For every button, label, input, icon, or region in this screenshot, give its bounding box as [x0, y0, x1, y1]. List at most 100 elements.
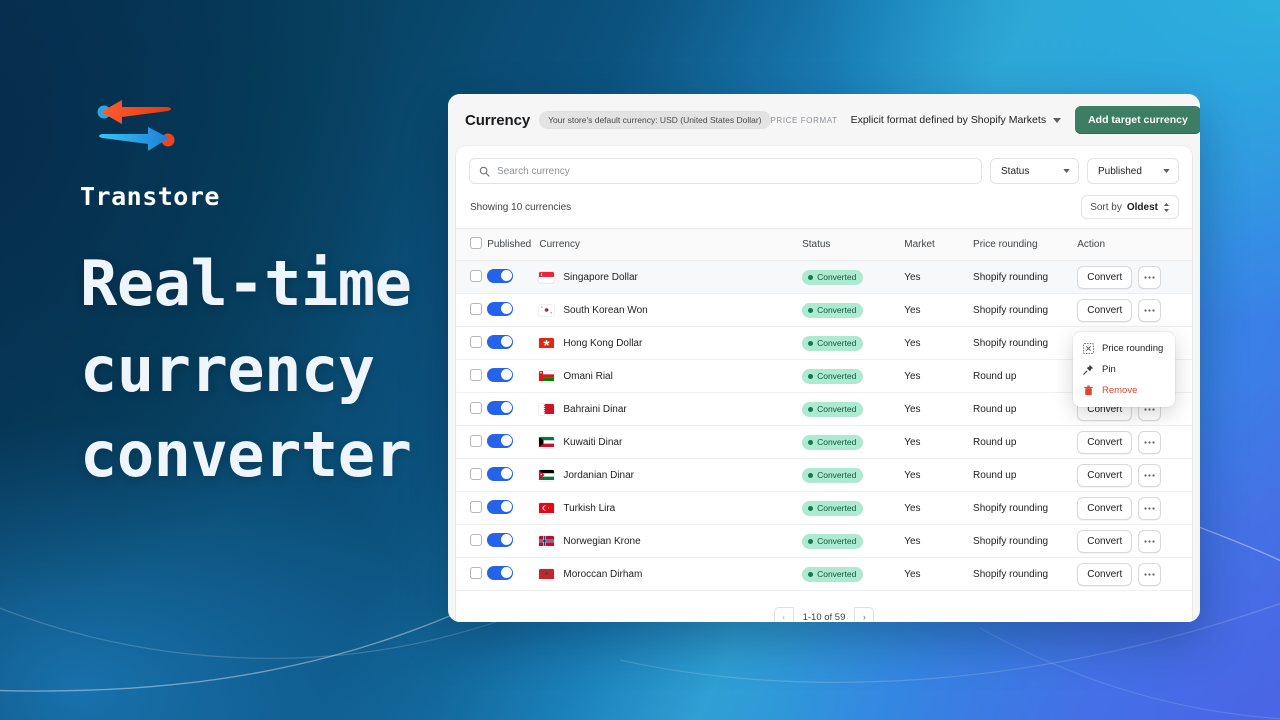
row-market-cell: Yes	[904, 326, 974, 360]
convert-button[interactable]: Convert	[1077, 562, 1133, 586]
published-filter-select[interactable]: Published	[1087, 158, 1179, 184]
row-status-cell: Converted	[802, 293, 905, 327]
row-checkbox[interactable]	[470, 335, 482, 348]
row-published-cell	[487, 260, 540, 294]
row-select-cell	[456, 392, 488, 426]
flag-icon-kr	[539, 304, 555, 316]
row-checkbox[interactable]	[470, 467, 482, 480]
row-more-actions-button[interactable]	[1138, 298, 1162, 322]
menu-item-pin[interactable]: Pin	[1073, 359, 1175, 380]
add-target-currency-button[interactable]: Add target currency	[1075, 106, 1200, 134]
row-published-cell	[487, 458, 540, 492]
table-row[interactable]: Singapore Dollar Converted Yes Shopify roun…	[456, 260, 1192, 294]
table-row[interactable]: South Korean Won Converted Yes Shopify roun…	[456, 293, 1192, 327]
published-toggle[interactable]	[487, 334, 514, 349]
row-status-cell: Converted	[802, 524, 905, 558]
row-more-actions-button[interactable]	[1138, 496, 1162, 520]
row-status-cell: Converted	[802, 392, 905, 426]
published-toggle[interactable]	[487, 400, 514, 415]
row-more-actions-button[interactable]	[1138, 265, 1162, 289]
table-header-row: Published Currency Status Market Price r…	[456, 228, 1192, 261]
row-status-cell: Converted	[802, 458, 905, 492]
row-checkbox[interactable]	[470, 500, 482, 513]
status-filter-select[interactable]: Status	[990, 158, 1079, 184]
status-badge: Converted	[802, 335, 864, 351]
status-badge: Converted	[802, 467, 864, 483]
status-dot-icon	[808, 571, 814, 577]
transtore-logo-icon	[94, 96, 180, 176]
currency-name: Moroccan Dirham	[563, 568, 643, 580]
published-toggle[interactable]	[487, 565, 514, 580]
headline-line-3: converter	[80, 418, 412, 492]
row-more-actions-button[interactable]	[1138, 463, 1162, 487]
published-toggle[interactable]	[487, 466, 514, 481]
row-checkbox[interactable]	[470, 401, 482, 414]
convert-button[interactable]: Convert	[1077, 265, 1133, 289]
row-rounding-cell: Shopify rounding	[973, 557, 1078, 591]
row-checkbox[interactable]	[470, 368, 482, 381]
row-more-actions-button[interactable]	[1138, 562, 1162, 586]
row-status-cell: Converted	[802, 557, 905, 591]
convert-button[interactable]: Convert	[1077, 298, 1133, 322]
flag-icon-kw	[539, 436, 555, 448]
price-format-select[interactable]: Explicit format defined by Shopify Marke…	[851, 114, 1062, 126]
convert-button[interactable]: Convert	[1077, 496, 1133, 520]
row-rounding-cell: Shopify rounding	[973, 293, 1078, 327]
status-label: Converted	[817, 305, 857, 315]
row-more-actions-button[interactable]	[1138, 529, 1162, 553]
row-more-actions-button[interactable]	[1138, 430, 1162, 454]
row-rounding-cell: Round up	[973, 458, 1078, 492]
table-row[interactable]: Moroccan Dirham Converted Yes Shopify round…	[456, 557, 1192, 591]
table-row[interactable]: Turkish Lira Converted Yes Shopify rounding…	[456, 491, 1192, 525]
row-checkbox[interactable]	[470, 533, 482, 546]
row-checkbox[interactable]	[470, 566, 482, 579]
flag-icon-jo	[539, 469, 555, 481]
search-input[interactable]: Search currency	[469, 158, 982, 184]
table-row[interactable]: Jordanian Dinar Converted Yes Round up Conve…	[456, 458, 1192, 492]
showing-count: Showing 10 currencies	[470, 201, 572, 213]
row-status-cell: Converted	[802, 326, 905, 360]
currency-name: Jordanian Dinar	[563, 469, 634, 481]
flag-icon-no	[539, 535, 555, 547]
select-all-checkbox[interactable]	[470, 237, 482, 249]
table-row[interactable]: Norwegian Krone Converted Yes Shopify round…	[456, 524, 1192, 558]
convert-button[interactable]: Convert	[1077, 529, 1133, 553]
brand-name: Transtore	[80, 182, 220, 211]
menu-item-remove[interactable]: Remove	[1073, 380, 1175, 401]
table-row[interactable]: Kuwaiti Dinar Converted Yes Round up Convert	[456, 425, 1192, 459]
published-toggle[interactable]	[487, 499, 514, 514]
col-status: Status	[802, 228, 905, 261]
row-published-cell	[487, 326, 540, 360]
row-action-context-menu: Price rounding Pin Remove	[1073, 332, 1175, 407]
sort-by-control[interactable]: Sort by Oldest	[1081, 195, 1179, 219]
row-currency-cell: Moroccan Dirham	[539, 557, 803, 591]
row-checkbox[interactable]	[470, 434, 482, 447]
row-checkbox[interactable]	[470, 302, 482, 315]
convert-button[interactable]: Convert	[1077, 430, 1133, 454]
row-rounding-cell: Shopify rounding	[973, 491, 1078, 525]
row-select-cell	[456, 425, 488, 459]
pagination-prev-button[interactable]: ‹	[773, 607, 794, 622]
published-toggle[interactable]	[487, 301, 514, 316]
published-toggle[interactable]	[487, 532, 514, 547]
published-toggle[interactable]	[487, 433, 514, 448]
status-label: Converted	[817, 569, 857, 579]
published-toggle[interactable]	[487, 268, 514, 283]
convert-button[interactable]: Convert	[1077, 463, 1133, 487]
published-toggle[interactable]	[487, 367, 514, 382]
row-published-cell	[487, 392, 540, 426]
col-market: Market	[904, 228, 974, 261]
row-rounding-cell: Round up	[973, 425, 1078, 459]
pagination-next-button[interactable]: ›	[854, 607, 875, 622]
promo-panel: Transtore Real-time currency converter	[80, 96, 430, 498]
row-checkbox[interactable]	[470, 269, 482, 282]
headline-line-1: Real-time	[80, 247, 412, 320]
row-market-cell: Yes	[904, 359, 974, 393]
status-label: Converted	[817, 503, 857, 513]
currency-name: Norwegian Krone	[563, 535, 641, 547]
status-badge: Converted	[802, 401, 864, 417]
status-dot-icon	[808, 472, 814, 478]
default-currency-pill: Your store's default currency: USD (Unit…	[539, 111, 771, 129]
menu-item-price-rounding[interactable]: Price rounding	[1073, 338, 1175, 359]
row-select-cell	[456, 491, 488, 525]
